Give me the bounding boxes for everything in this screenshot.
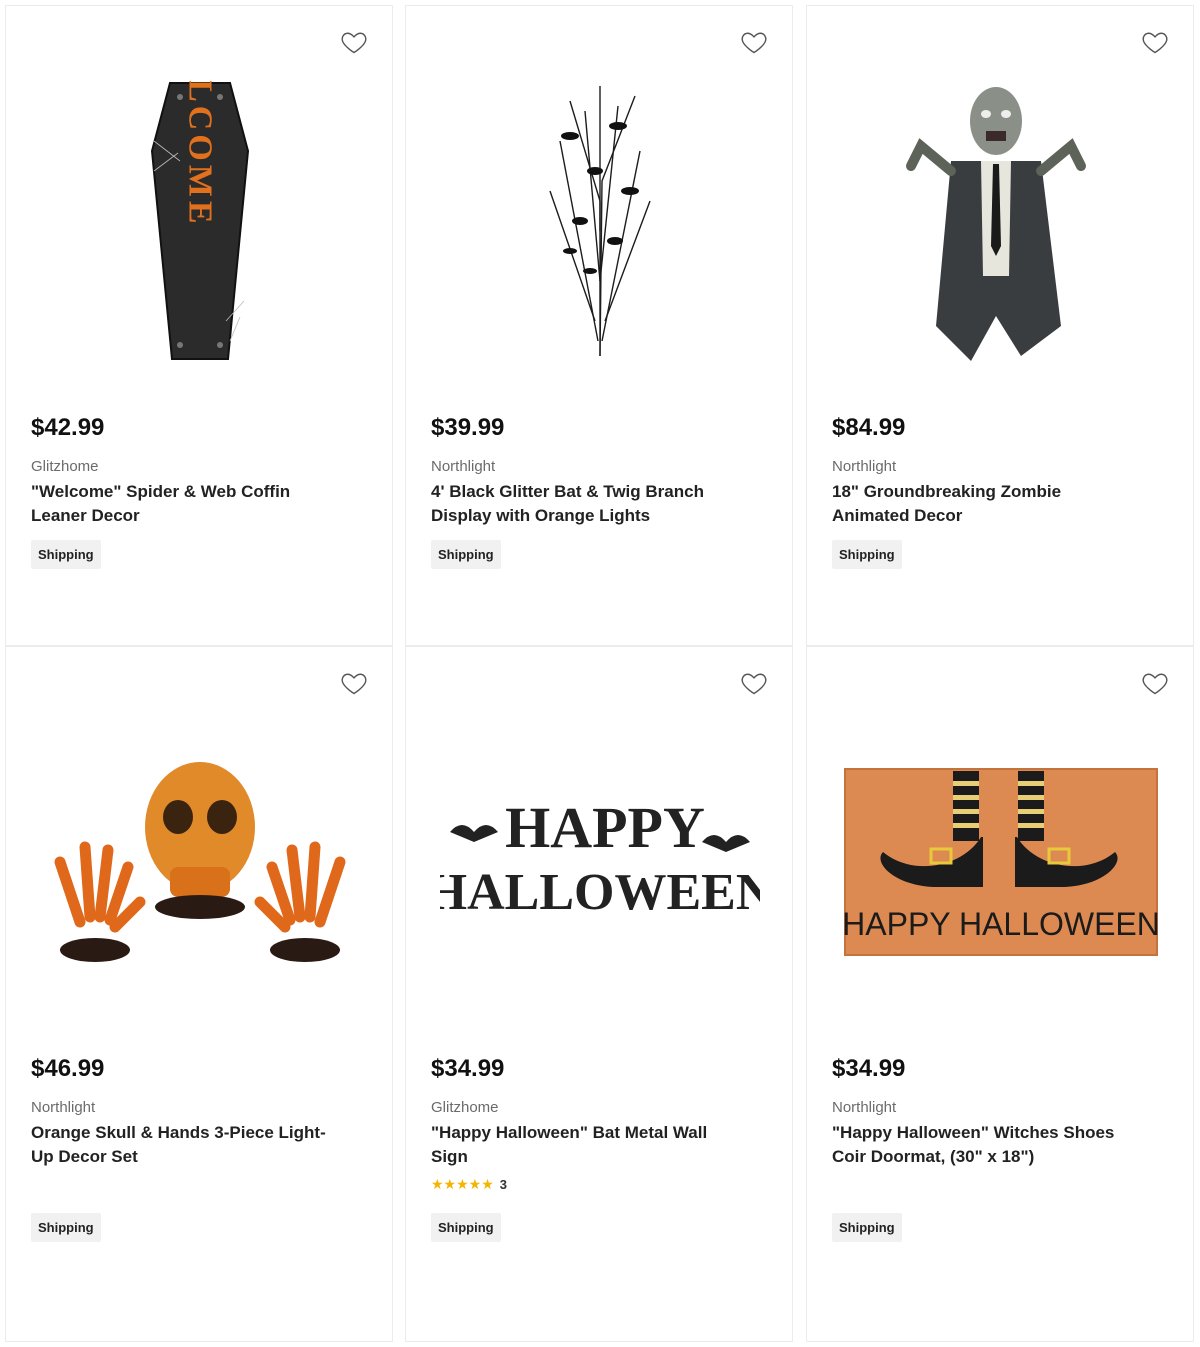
sign-text-top: HAPPY — [505, 795, 705, 860]
sign-text-bottom: HALLOWEEN — [440, 864, 760, 921]
product-rating[interactable]: ★★★★★ 3 — [431, 1176, 507, 1193]
review-count: 3 — [499, 1177, 507, 1192]
product-image[interactable]: WELCOME — [26, 66, 374, 376]
product-title[interactable]: "Happy Halloween" Bat Metal Wall Sign — [431, 1121, 741, 1169]
heart-outline-icon[interactable] — [340, 669, 368, 697]
product-price: $42.99 — [31, 414, 105, 441]
product-title[interactable]: 18" Groundbreaking Zombie Animated Decor — [832, 480, 1142, 528]
product-price: $34.99 — [832, 1055, 906, 1082]
product-title[interactable]: 4' Black Glitter Bat & Twig Branch Displ… — [431, 480, 741, 528]
shipping-badge: Shipping — [832, 1213, 902, 1242]
product-brand: Northlight — [832, 1099, 897, 1116]
product-brand: Glitzhome — [431, 1099, 499, 1116]
star-rating-icon: ★★★★★ — [431, 1176, 494, 1192]
product-title[interactable]: "Welcome" Spider & Web Coffin Leaner Dec… — [31, 480, 341, 528]
product-price: $34.99 — [431, 1055, 505, 1082]
product-image[interactable] — [827, 66, 1175, 376]
product-price: $46.99 — [31, 1055, 105, 1082]
product-card[interactable]: $39.99 Northlight 4' Black Glitter Bat &… — [405, 5, 793, 646]
product-price: $39.99 — [431, 414, 505, 441]
product-brand: Northlight — [832, 458, 897, 475]
product-grid: WELCOME $42.99 Glitzhome "Welcome" Spide… — [0, 0, 1200, 1347]
product-price: $84.99 — [832, 414, 906, 441]
product-brand: Northlight — [31, 1099, 96, 1116]
product-image[interactable]: HAPPY HALLOWEEN — [426, 707, 774, 1017]
product-brand: Glitzhome — [31, 458, 99, 475]
product-image[interactable]: HAPPY HALLOWEEN — [827, 707, 1175, 1017]
zombie-figure — [906, 87, 1086, 361]
product-image[interactable] — [426, 66, 774, 376]
heart-outline-icon[interactable] — [1141, 28, 1169, 56]
shipping-badge: Shipping — [832, 540, 902, 569]
coffin-welcome-sign: WELCOME — [150, 81, 250, 360]
product-title[interactable]: "Happy Halloween" Witches Shoes Coir Doo… — [832, 1121, 1142, 1169]
heart-outline-icon[interactable] — [740, 669, 768, 697]
product-card[interactable]: HAPPY HALLOWEEN $34.99 Northlight "Happy… — [806, 646, 1194, 1342]
product-card[interactable]: WELCOME $42.99 Glitzhome "Welcome" Spide… — [5, 5, 393, 646]
product-title[interactable]: Orange Skull & Hands 3-Piece Light-Up De… — [31, 1121, 341, 1169]
shipping-badge: Shipping — [31, 1213, 101, 1242]
product-card[interactable]: $46.99 Northlight Orange Skull & Hands 3… — [5, 646, 393, 1342]
heart-outline-icon[interactable] — [1141, 669, 1169, 697]
shipping-badge: Shipping — [431, 1213, 501, 1242]
product-brand: Northlight — [431, 458, 496, 475]
coffin-text: WELCOME — [182, 81, 219, 228]
witch-shoes-doormat: HAPPY HALLOWEEN — [843, 768, 1159, 956]
shipping-badge: Shipping — [431, 540, 501, 569]
doormat-text: HAPPY HALLOWEEN — [843, 906, 1159, 942]
product-card[interactable]: HAPPY HALLOWEEN $34.99 Glitzhome "Happy … — [405, 646, 793, 1342]
product-card[interactable]: $84.99 Northlight 18" Groundbreaking Zom… — [806, 5, 1194, 646]
shipping-badge: Shipping — [31, 540, 101, 569]
happy-halloween-bat-sign: HAPPY HALLOWEEN — [440, 795, 760, 921]
heart-outline-icon[interactable] — [740, 28, 768, 56]
bat-twig-branch — [549, 86, 651, 357]
orange-skull-hands — [54, 762, 346, 962]
heart-outline-icon[interactable] — [340, 28, 368, 56]
product-image[interactable] — [16, 707, 384, 1017]
